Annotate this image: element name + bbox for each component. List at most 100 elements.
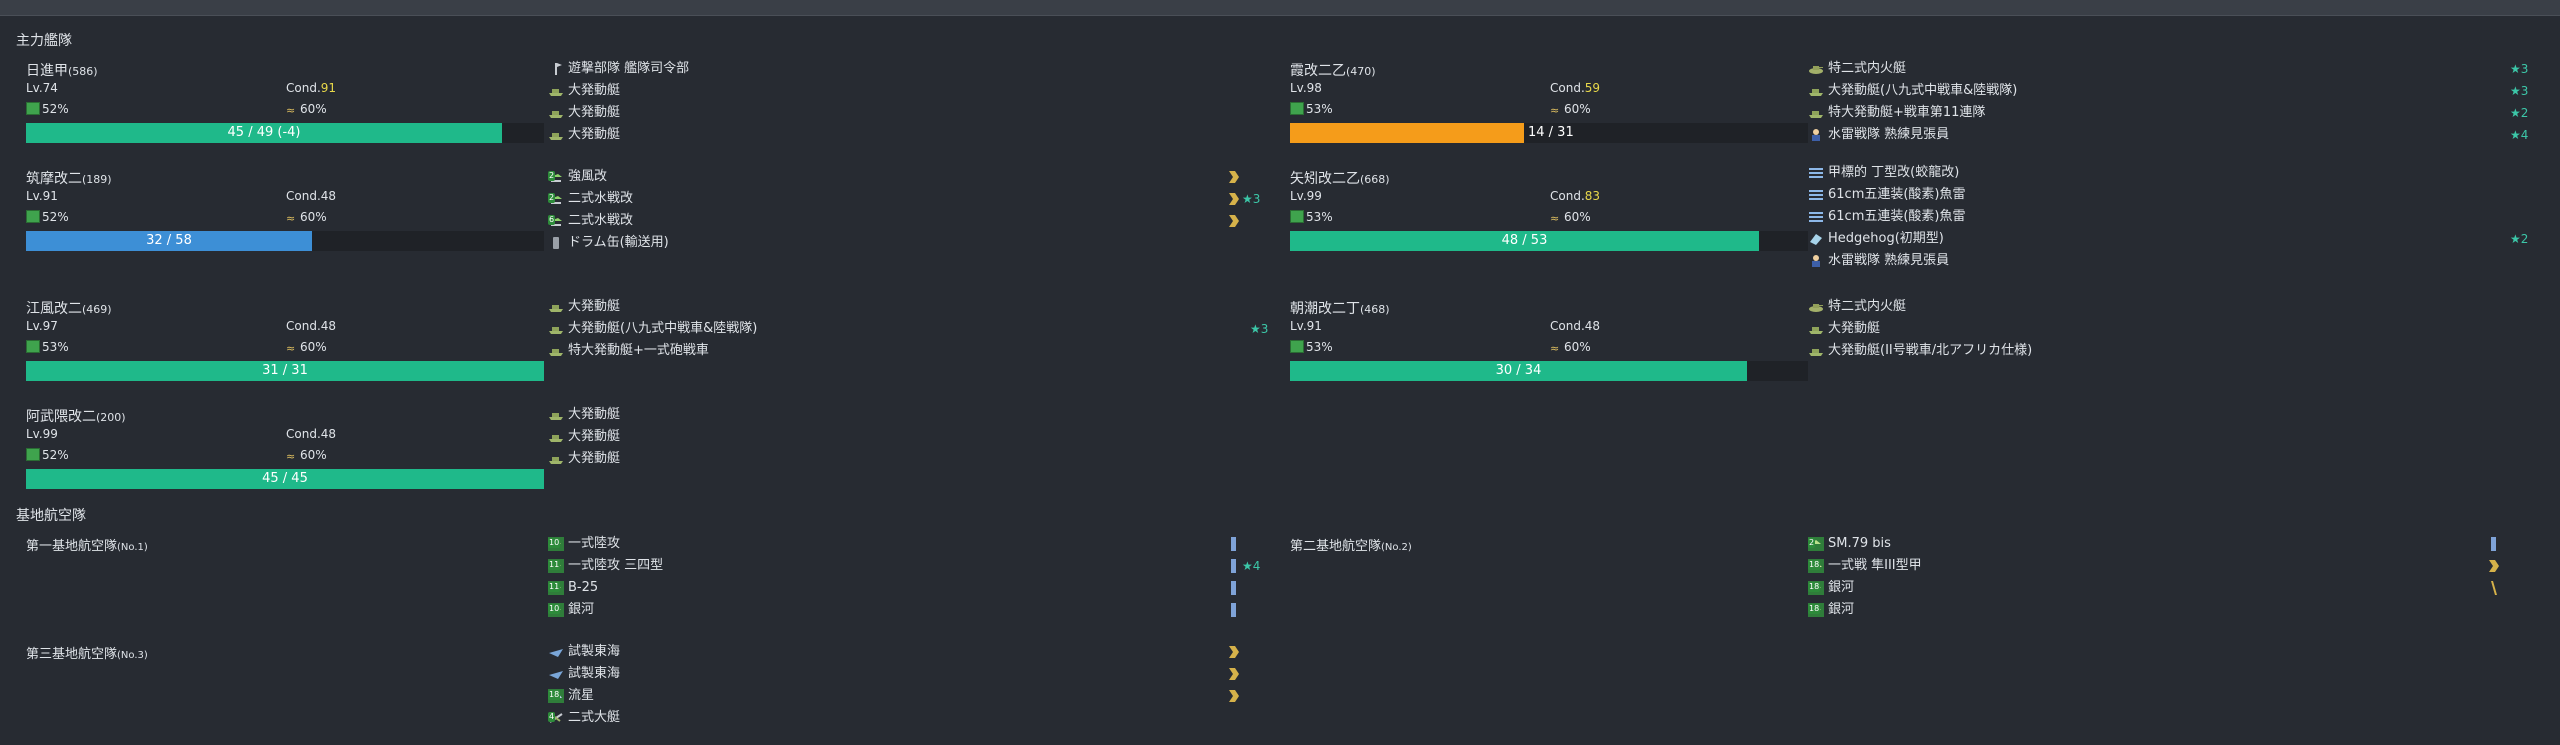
- ship-card[interactable]: 筑摩改二(189) Lv.91 Cond.48 52% ≈60% 32 / 58: [16, 168, 544, 268]
- landing-craft-icon: [548, 322, 564, 336]
- command-icon: [548, 62, 564, 76]
- fuel-icon: [1290, 102, 1304, 115]
- torpedo-icon: [1808, 210, 1824, 224]
- lbas-group-name[interactable]: 第一基地航空隊(No.1): [26, 535, 148, 554]
- improvement-star: ★3: [1242, 192, 1261, 206]
- ship-equip-row[interactable]: 大発動艇: [548, 80, 1268, 102]
- ship-equip-row[interactable]: 特大発動艇+戦車第11連隊 ★2: [1808, 102, 2528, 124]
- ship-equip-row[interactable]: 61cm五連装(酸素)魚雷: [1808, 206, 2528, 228]
- lbas-equip-row[interactable]: 11 一式陸攻 三四型 ★4: [548, 555, 1268, 577]
- ship-equipment-list: 遊撃部隊 艦隊司令部 大発動艇 大発動艇 大発動艇: [548, 58, 1268, 146]
- lbas-equip-row[interactable]: 試製東海: [548, 663, 1268, 685]
- proficiency-bar-icon: [1228, 603, 1240, 617]
- ship-ammo: ≈60%: [1550, 210, 1591, 224]
- equip-name: 水雷戦隊 熟練見張員: [1828, 253, 1950, 268]
- equip-name: 大発動艇: [568, 407, 621, 422]
- ship-equipment-list: 特二式内火艇大発動艇大発動艇(II号戦車/北アフリカ仕様): [1808, 296, 2528, 362]
- equip-name: ドラム缶(輸送用): [568, 235, 669, 250]
- ship-equip-row[interactable]: 水雷戦隊 熟練見張員: [1808, 250, 2528, 272]
- equip-name: 強風改: [568, 169, 608, 184]
- ship-name-text: 江風改二: [26, 301, 82, 317]
- lbas-equip-row[interactable]: 18 流星: [548, 685, 1268, 707]
- equip-name: 流星: [568, 688, 595, 703]
- ship-id: (200): [96, 411, 126, 424]
- ship-equip-row[interactable]: 2 強風改: [548, 166, 1268, 188]
- ship-level: Lv.99: [26, 427, 58, 441]
- equip-name: 大発動艇(八九式中戦車&陸戦隊): [568, 321, 758, 336]
- cond-label: Cond.: [1550, 319, 1585, 333]
- ship-card[interactable]: 矢矧改二乙(668) Lv.99 Cond.83 53% ≈60% 48 / 53: [1280, 168, 1808, 268]
- lbas-group-name[interactable]: 第二基地航空隊(No.2): [1290, 535, 1412, 554]
- equip-name: 特大発動艇+戦車第11連隊: [1828, 105, 1986, 120]
- lbas-equip-row[interactable]: 11 B-25: [548, 577, 1268, 599]
- ship-card[interactable]: 霞改二乙(470) Lv.98 Cond.59 53% ≈60% 14 / 31: [1280, 60, 1808, 160]
- cond-label: Cond.: [286, 319, 321, 333]
- ship-equip-row[interactable]: 大発動艇(八九式中戦車&陸戦隊) ★3: [548, 318, 1268, 340]
- hp-bar: 30 / 34: [1290, 361, 1808, 381]
- ship-equip-row[interactable]: 大発動艇: [548, 426, 1268, 448]
- ship-equip-row[interactable]: 大発動艇(八九式中戦車&陸戦隊) ★3: [1808, 80, 2528, 102]
- ammo-icon: ≈: [286, 450, 296, 463]
- ship-equip-row[interactable]: 2 二式水戦改 ★3: [548, 188, 1268, 210]
- ship-equip-row[interactable]: 大発動艇: [548, 296, 1268, 318]
- ship-id: (469): [82, 303, 112, 316]
- lbas-equip-row[interactable]: 2 SM.79 bis: [1808, 533, 2528, 555]
- ship-equip-row[interactable]: ドラム缶(輸送用): [548, 232, 1268, 254]
- ship-equip-row[interactable]: 大発動艇: [548, 124, 1268, 146]
- proficiency-chevron-icon: [1228, 645, 1240, 659]
- ship-equip-row[interactable]: 特二式内火艇: [1808, 296, 2528, 318]
- ship-equip-row[interactable]: 61cm五連装(酸素)魚雷: [1808, 184, 2528, 206]
- lbas-equip-row[interactable]: 10 一式陸攻: [548, 533, 1268, 555]
- landing-craft-icon: [548, 430, 564, 444]
- ship-equip-row[interactable]: 大発動艇: [548, 102, 1268, 124]
- equip-name: 特二式内火艇: [1828, 299, 1907, 314]
- hp-bar: 31 / 31: [26, 361, 544, 381]
- ship-equip-row[interactable]: Hedgehog(初期型) ★2: [1808, 228, 2528, 250]
- cond-label: Cond.: [1550, 189, 1585, 203]
- lbas-equip-row[interactable]: 10 銀河: [548, 599, 1268, 621]
- ship-id: (189): [82, 173, 112, 186]
- improvement-level-badge: 2: [1808, 538, 1816, 548]
- lookout-icon: [1808, 254, 1824, 268]
- improvement-level-badge: 18: [548, 690, 561, 700]
- proficiency-chevron-icon: [1228, 667, 1240, 681]
- ship-card[interactable]: 江風改二(469) Lv.97 Cond.48 53% ≈60% 31 / 31: [16, 298, 544, 398]
- proficiency-slash-icon: [2488, 581, 2500, 595]
- improvement-level-badge: 10: [548, 538, 561, 548]
- ship-card[interactable]: 日進甲(586) Lv.74 Cond.91 52% ≈60% 45 / 49 (-4): [16, 60, 544, 160]
- lbas-equip-row[interactable]: 4 二式大艇: [548, 707, 1268, 729]
- lbas-group-name[interactable]: 第三基地航空隊(No.3): [26, 643, 148, 662]
- ship-equip-row[interactable]: 大発動艇: [548, 404, 1268, 426]
- improvement-star: ★2: [2510, 106, 2529, 120]
- ship-condition: Cond.48: [286, 189, 336, 203]
- ship-equip-row[interactable]: 大発動艇: [1808, 318, 2528, 340]
- lbas-equip-row[interactable]: 18 銀河: [1808, 577, 2528, 599]
- equip-name: 大発動艇(II号戦車/北アフリカ仕様): [1828, 343, 2033, 358]
- ship-equip-row[interactable]: 甲標的 丁型改(蛟龍改): [1808, 162, 2528, 184]
- ship-name: 矢矧改二乙(668): [1290, 168, 1390, 188]
- ship-equip-row[interactable]: 遊撃部隊 艦隊司令部: [548, 58, 1268, 80]
- equip-name: 大発動艇: [568, 451, 621, 466]
- ship-equip-row[interactable]: 水雷戦隊 熟練見張員 ★4: [1808, 124, 2528, 146]
- landing-craft-icon: [548, 344, 564, 358]
- hp-text: 45 / 49 (-4): [227, 125, 301, 140]
- improvement-level-badge: 2: [548, 171, 556, 181]
- lbas-name-text: 第三基地航空隊: [26, 647, 118, 662]
- lbas-equip-row[interactable]: 試製東海: [548, 641, 1268, 663]
- ship-name: 日進甲(586): [26, 60, 98, 80]
- ship-equip-row[interactable]: 大発動艇: [548, 448, 1268, 470]
- ammo-icon: ≈: [286, 342, 296, 355]
- lbas-equip-row[interactable]: 18 一式戦 隼III型甲: [1808, 555, 2528, 577]
- ship-card[interactable]: 阿武隈改二(200) Lv.99 Cond.48 52% ≈60% 45 / 45: [16, 406, 544, 506]
- ship-equip-row[interactable]: 特大発動艇+一式砲戦車: [548, 340, 1268, 362]
- improvement-level-badge: 6: [548, 215, 556, 225]
- fuel-icon: [26, 210, 40, 223]
- improvement-star: ★4: [2510, 128, 2529, 142]
- ship-ammo: ≈60%: [1550, 340, 1591, 354]
- lbas-equip-row[interactable]: 18 銀河: [1808, 599, 2528, 621]
- ship-equip-row[interactable]: 特二式内火艇 ★3: [1808, 58, 2528, 80]
- ship-card[interactable]: 朝潮改二丁(468) Lv.91 Cond.48 53% ≈60% 30 / 34: [1280, 298, 1808, 398]
- ship-equip-row[interactable]: 大発動艇(II号戦車/北アフリカ仕様): [1808, 340, 2528, 362]
- ship-fuel: 53%: [1290, 102, 1333, 116]
- ship-equip-row[interactable]: 6 二式水戦改: [548, 210, 1268, 232]
